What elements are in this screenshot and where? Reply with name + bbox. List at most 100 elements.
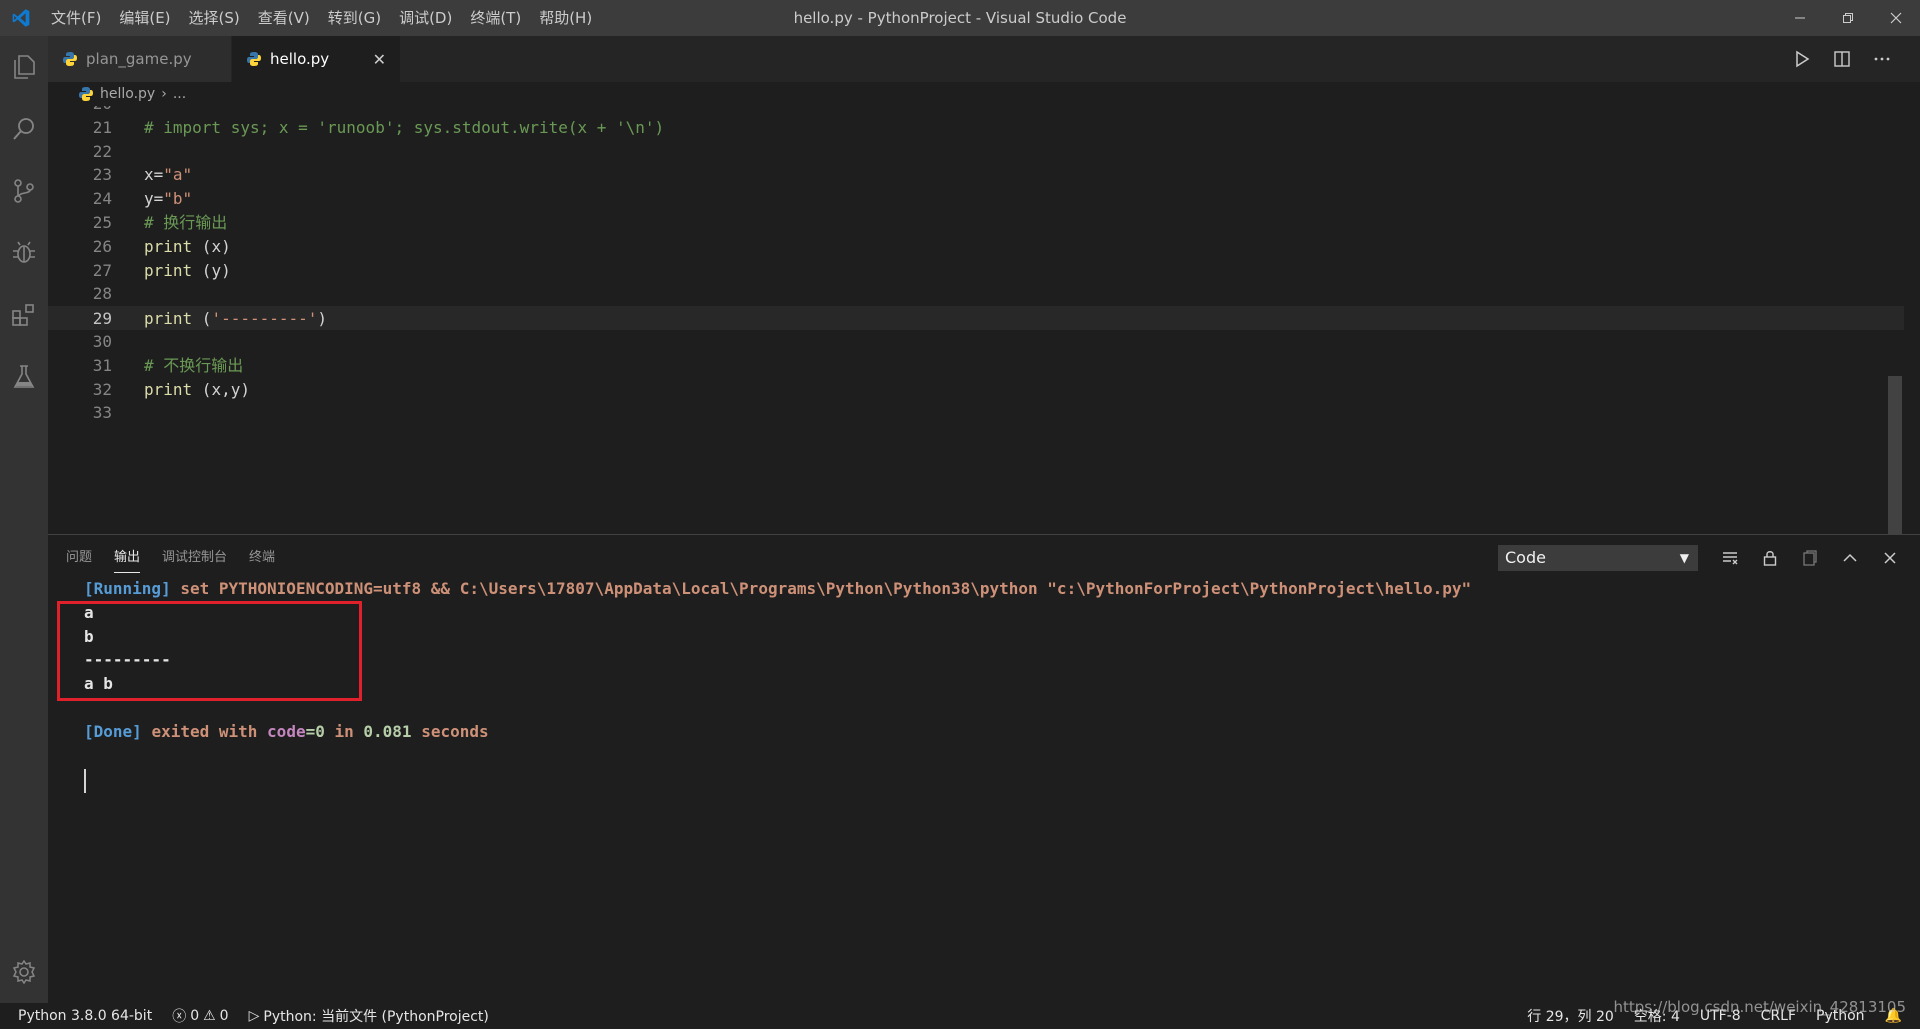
line-number[interactable]: 23	[48, 163, 112, 187]
line-number[interactable]: 27	[48, 259, 112, 283]
output-done-line: [Done] exited with code=0 in 0.081 secon…	[84, 720, 1471, 744]
line-text: x="a"	[144, 165, 193, 185]
extensions-icon	[12, 304, 34, 326]
run-target[interactable]: ▷ Python: 当前文件 (PythonProject)	[249, 1006, 489, 1026]
test-flask-icon	[13, 365, 35, 388]
code-line[interactable]: 23 x="a"	[48, 163, 1904, 187]
vscode-logo-icon[interactable]	[0, 0, 42, 36]
close-tab-icon[interactable]: ✕	[373, 50, 386, 69]
code-line[interactable]: 29 print ('---------')	[48, 306, 1904, 330]
open-log-button[interactable]	[1794, 543, 1826, 573]
clear-output-icon	[1723, 552, 1738, 565]
tab-hello[interactable]: hello.py ✕	[232, 36, 400, 82]
tab-output[interactable]: 输出	[114, 543, 141, 573]
code-line[interactable]: 21 # import sys; x = 'runoob'; sys.stdout…	[48, 116, 1904, 140]
editor-scrollbar[interactable]	[1888, 376, 1902, 534]
menu-debug[interactable]: 调试(D)	[390, 0, 461, 36]
line-number[interactable]: 20	[48, 106, 112, 116]
code-line[interactable]: 27 print (y)	[48, 259, 1904, 283]
extensions-button[interactable]	[0, 284, 48, 346]
maximize-panel-button[interactable]	[1834, 543, 1866, 573]
code-line[interactable]: 32 print (x,y)	[48, 378, 1904, 402]
breadcrumb-symbols[interactable]: ...	[173, 86, 186, 102]
close-panel-button[interactable]	[1874, 543, 1906, 573]
line-number[interactable]: 30	[48, 330, 112, 354]
play-icon	[1796, 50, 1810, 68]
code-line[interactable]: 28	[48, 282, 1904, 306]
line-number[interactable]: 31	[48, 354, 112, 378]
tab-terminal[interactable]: 终端	[249, 543, 275, 573]
close-icon	[1884, 552, 1896, 564]
warning-count: 0	[219, 1008, 229, 1024]
done-tag: [Done]	[84, 721, 142, 741]
problems-indicator[interactable]: ⓧ 0 ⚠ 0	[172, 1006, 228, 1026]
tab-debug-console[interactable]: 调试控制台	[162, 543, 227, 573]
code-editor[interactable]: 2021 # import sys; x = 'runoob'; sys.stdo…	[48, 106, 1904, 534]
in-word: in	[334, 721, 354, 741]
tab-plan-game[interactable]: plan_game.py	[48, 36, 232, 82]
search-view-button[interactable]	[0, 98, 48, 160]
python-interpreter[interactable]: Python 3.8.0 64-bit	[18, 1008, 152, 1024]
line-number[interactable]: 32	[48, 378, 112, 402]
menu-terminal[interactable]: 终端(T)	[461, 0, 530, 36]
debug-icon	[13, 241, 35, 263]
line-text: print (y)	[144, 260, 231, 280]
code-line[interactable]: 26 print (x)	[48, 235, 1904, 259]
code-line[interactable]: 25 # 换行输出	[48, 211, 1904, 235]
run-python-file-button[interactable]	[1784, 41, 1820, 77]
ellipsis-icon	[1874, 57, 1890, 61]
manage-button[interactable]	[0, 941, 48, 1003]
breadcrumb-file[interactable]: hello.py	[100, 86, 155, 102]
close-window-button[interactable]	[1872, 0, 1920, 36]
code-line[interactable]: 24 y="b"	[48, 187, 1904, 211]
code-line[interactable]: 30	[48, 330, 1904, 354]
code-line[interactable]: 31 # 不换行输出	[48, 354, 1904, 378]
menu-file[interactable]: 文件(F)	[42, 0, 110, 36]
source-control-icon	[14, 179, 34, 203]
menu-help[interactable]: 帮助(H)	[530, 0, 601, 36]
testing-button[interactable]	[0, 346, 48, 408]
more-actions-button[interactable]	[1864, 41, 1900, 77]
restore-icon	[1843, 13, 1853, 23]
tab-problems[interactable]: 问题	[66, 543, 92, 573]
vscode-window: 文件(F) 编辑(E) 选择(S) 查看(V) 转到(G) 调试(D) 终端(T…	[0, 0, 1920, 1029]
restore-button[interactable]	[1824, 0, 1872, 36]
line-number[interactable]: 21	[48, 116, 112, 140]
line-number[interactable]: 33	[48, 401, 112, 425]
exited-with-text: exited with	[151, 721, 258, 741]
scroll-lock-button[interactable]	[1754, 543, 1786, 573]
explorer-button[interactable]	[0, 36, 48, 98]
line-number[interactable]: 28	[48, 282, 112, 306]
panel-actions	[1714, 543, 1906, 573]
line-number[interactable]: 25	[48, 211, 112, 235]
code-line[interactable]: 33	[48, 401, 1904, 425]
menu-selection[interactable]: 选择(S)	[180, 0, 249, 36]
line-number[interactable]: 29	[48, 307, 112, 331]
code-line[interactable]: 22	[48, 140, 1904, 164]
minimize-button[interactable]	[1776, 0, 1824, 36]
menu-go[interactable]: 转到(G)	[319, 0, 390, 36]
line-text: print (x,y)	[144, 379, 250, 399]
output-channel-select[interactable]: Code ▼	[1498, 545, 1698, 571]
menu-view[interactable]: 查看(V)	[249, 0, 319, 36]
python-file-icon	[79, 87, 93, 101]
line-number[interactable]: 22	[48, 140, 112, 164]
editor-tabs: plan_game.py hello.py ✕	[48, 36, 1920, 82]
line-text: # import sys; x = 'runoob'; sys.stdout.w…	[144, 117, 665, 137]
menu-edit[interactable]: 编辑(E)	[110, 0, 179, 36]
editor-actions	[1784, 36, 1920, 82]
split-editor-button[interactable]	[1824, 41, 1860, 77]
menu-bar: 文件(F) 编辑(E) 选择(S) 查看(V) 转到(G) 调试(D) 终端(T…	[42, 0, 601, 36]
running-tag: [Running]	[84, 579, 171, 598]
code-line[interactable]: 20	[48, 106, 1904, 116]
error-count: 0	[190, 1008, 200, 1024]
line-number[interactable]: 26	[48, 235, 112, 259]
clear-output-button[interactable]	[1714, 543, 1746, 573]
source-control-button[interactable]	[0, 160, 48, 222]
open-log-icon	[1803, 550, 1817, 566]
line-text: print (x)	[144, 236, 231, 256]
cursor-position[interactable]: 行 29，列 20	[1527, 1006, 1614, 1026]
debug-button[interactable]	[0, 222, 48, 284]
files-icon	[14, 55, 35, 79]
line-number[interactable]: 24	[48, 187, 112, 211]
